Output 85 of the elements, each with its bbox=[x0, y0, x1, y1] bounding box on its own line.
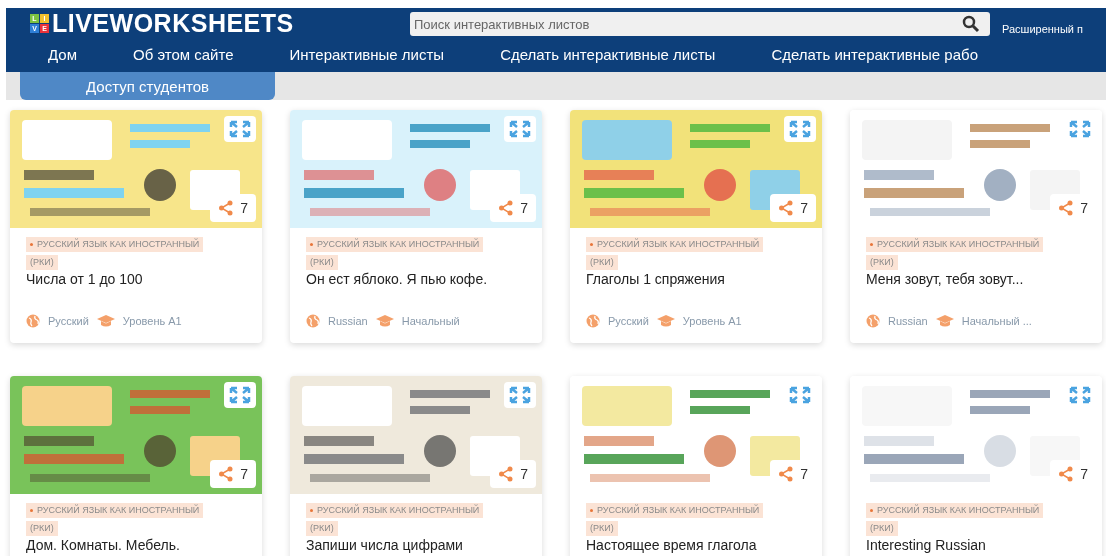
share-icon bbox=[1058, 200, 1075, 216]
share-icon bbox=[218, 200, 235, 216]
level-label: Начальный ... bbox=[961, 315, 1032, 327]
nav-link[interactable]: Сделать интерактивные листы bbox=[500, 45, 716, 63]
worksheet-card[interactable]: 7 РУССКИЙ ЯЗЫК КАК ИНОСТРАННЫЙ (РКИ) Числа от 1 до 100 Русский Уровень А1 bbox=[10, 110, 262, 343]
bullet-icon bbox=[30, 243, 33, 246]
expand-icon bbox=[509, 120, 531, 138]
nav-link[interactable]: Об этом сайте bbox=[133, 45, 234, 63]
graduation-cap-icon bbox=[375, 315, 394, 327]
search-field[interactable]: Поиск интерактивных листов bbox=[410, 16, 952, 32]
expand-button[interactable] bbox=[504, 382, 536, 408]
globe-icon bbox=[306, 314, 320, 328]
worksheet-title[interactable]: Глаголы 1 спряжения bbox=[586, 271, 806, 288]
advanced-search-link[interactable]: Расширенный п bbox=[1002, 23, 1083, 35]
bullet-icon bbox=[310, 243, 313, 246]
expand-button[interactable] bbox=[784, 116, 816, 142]
expand-icon bbox=[229, 120, 251, 138]
share-button[interactable]: 7 bbox=[490, 460, 536, 488]
worksheet-title[interactable]: Меня зовут, тебя зовут... bbox=[866, 271, 1086, 288]
bullet-icon bbox=[30, 509, 33, 512]
nav-link[interactable]: Сделать интерактивные рабо bbox=[771, 45, 978, 63]
bullet-icon bbox=[310, 509, 313, 512]
expand-button[interactable] bbox=[504, 116, 536, 142]
language-label: Русский bbox=[608, 315, 649, 327]
globe-icon bbox=[866, 314, 880, 328]
site-logo[interactable]: LIVEWORKSHEETS bbox=[52, 8, 294, 38]
share-button[interactable]: 7 bbox=[210, 460, 256, 488]
expand-icon bbox=[1069, 386, 1091, 404]
worksheet-title[interactable]: Запиши числа цифрами bbox=[306, 537, 526, 554]
share-button[interactable]: 7 bbox=[210, 194, 256, 222]
share-icon bbox=[498, 466, 515, 482]
expand-icon bbox=[789, 120, 811, 138]
search-icon bbox=[962, 15, 980, 33]
expand-icon bbox=[509, 386, 531, 404]
expand-icon bbox=[789, 386, 811, 404]
worksheet-title[interactable]: Дом. Комнаты. Мебель. bbox=[26, 537, 246, 554]
worksheet-card[interactable]: 7 РУССКИЙ ЯЗЫК КАК ИНОСТРАННЫЙ (РКИ) Запиши числа цифрами bbox=[290, 376, 542, 556]
share-icon bbox=[778, 200, 795, 216]
level-label: Уровень А1 bbox=[122, 315, 182, 327]
subject-tag-text: РУССКИЙ ЯЗЫК КАК ИНОСТРАННЫЙ bbox=[317, 238, 480, 251]
subject-tag-text: РУССКИЙ ЯЗЫК КАК ИНОСТРАННЫЙ bbox=[37, 238, 200, 251]
expand-button[interactable] bbox=[224, 382, 256, 408]
bullet-icon bbox=[870, 243, 873, 246]
student-access-tab[interactable]: Доступ студентов bbox=[20, 72, 275, 100]
graduation-cap-icon bbox=[656, 315, 675, 327]
subject-tag-text: РУССКИЙ ЯЗЫК КАК ИНОСТРАННЫЙ bbox=[877, 238, 1040, 251]
language-label: Russian bbox=[888, 315, 928, 327]
share-icon bbox=[1058, 466, 1075, 482]
worksheet-title[interactable]: Он ест яблоко. Я пью кофе. bbox=[306, 271, 526, 288]
bullet-icon bbox=[590, 243, 593, 246]
level-label: Начальный bbox=[401, 315, 460, 327]
globe-icon bbox=[586, 314, 600, 328]
graduation-cap-icon bbox=[935, 315, 954, 327]
worksheet-card[interactable]: 7 РУССКИЙ ЯЗЫК КАК ИНОСТРАННЫЙ (РКИ) Настоящее время глагола bbox=[570, 376, 822, 556]
worksheet-title[interactable]: Настоящее время глагола bbox=[586, 537, 806, 554]
level-label: Уровень А1 bbox=[682, 315, 742, 327]
nav-link[interactable]: Дом bbox=[48, 45, 77, 63]
bullet-icon bbox=[590, 509, 593, 512]
worksheet-card[interactable]: 7 РУССКИЙ ЯЗЫК КАК ИНОСТРАННЫЙ (РКИ) Interesting Russian bbox=[850, 376, 1102, 556]
expand-icon bbox=[229, 386, 251, 404]
share-button[interactable]: 7 bbox=[770, 194, 816, 222]
bullet-icon bbox=[870, 509, 873, 512]
graduation-cap-icon bbox=[96, 315, 115, 327]
globe-icon bbox=[26, 314, 40, 328]
expand-button[interactable] bbox=[224, 116, 256, 142]
worksheet-card[interactable]: 7 РУССКИЙ ЯЗЫК КАК ИНОСТРАННЫЙ (РКИ) Глаголы 1 спряжения Русский Уровень А1 bbox=[570, 110, 822, 343]
worksheet-title[interactable]: Interesting Russian bbox=[866, 537, 1086, 554]
subject-tag-text: РУССКИЙ ЯЗЫК КАК ИНОСТРАННЫЙ bbox=[597, 238, 760, 251]
nav-link[interactable]: Интерактивные листы bbox=[289, 45, 445, 63]
worksheet-title[interactable]: Числа от 1 до 100 bbox=[26, 271, 246, 288]
share-button[interactable]: 7 bbox=[490, 194, 536, 222]
language-label: Русский bbox=[48, 315, 89, 327]
language-label: Russian bbox=[328, 315, 368, 327]
subject-tag-text: РУССКИЙ ЯЗЫК КАК ИНОСТРАННЫЙ bbox=[877, 504, 1040, 517]
search-bar[interactable]: Поиск интерактивных листов bbox=[410, 12, 990, 36]
share-icon bbox=[778, 466, 795, 482]
expand-icon bbox=[1069, 120, 1091, 138]
share-icon bbox=[218, 466, 235, 482]
share-icon bbox=[498, 200, 515, 216]
worksheet-card[interactable]: 7 РУССКИЙ ЯЗЫК КАК ИНОСТРАННЫЙ (РКИ) Он ест яблоко. Я пью кофе. Russian Начальный bbox=[290, 110, 542, 343]
worksheet-card[interactable]: 7 РУССКИЙ ЯЗЫК КАК ИНОСТРАННЫЙ (РКИ) Дом. Комнаты. Мебель. bbox=[10, 376, 262, 556]
subject-tag-text: РУССКИЙ ЯЗЫК КАК ИНОСТРАННЫЙ bbox=[597, 504, 760, 517]
subject-tag-text: РУССКИЙ ЯЗЫК КАК ИНОСТРАННЫЙ bbox=[317, 504, 480, 517]
subject-tag-text: РУССКИЙ ЯЗЫК КАК ИНОСТРАННЫЙ bbox=[37, 504, 200, 517]
worksheet-card[interactable]: 7 РУССКИЙ ЯЗЫК КАК ИНОСТРАННЫЙ (РКИ) Меня зовут, тебя зовут... Russian Начальный ... bbox=[850, 110, 1102, 343]
